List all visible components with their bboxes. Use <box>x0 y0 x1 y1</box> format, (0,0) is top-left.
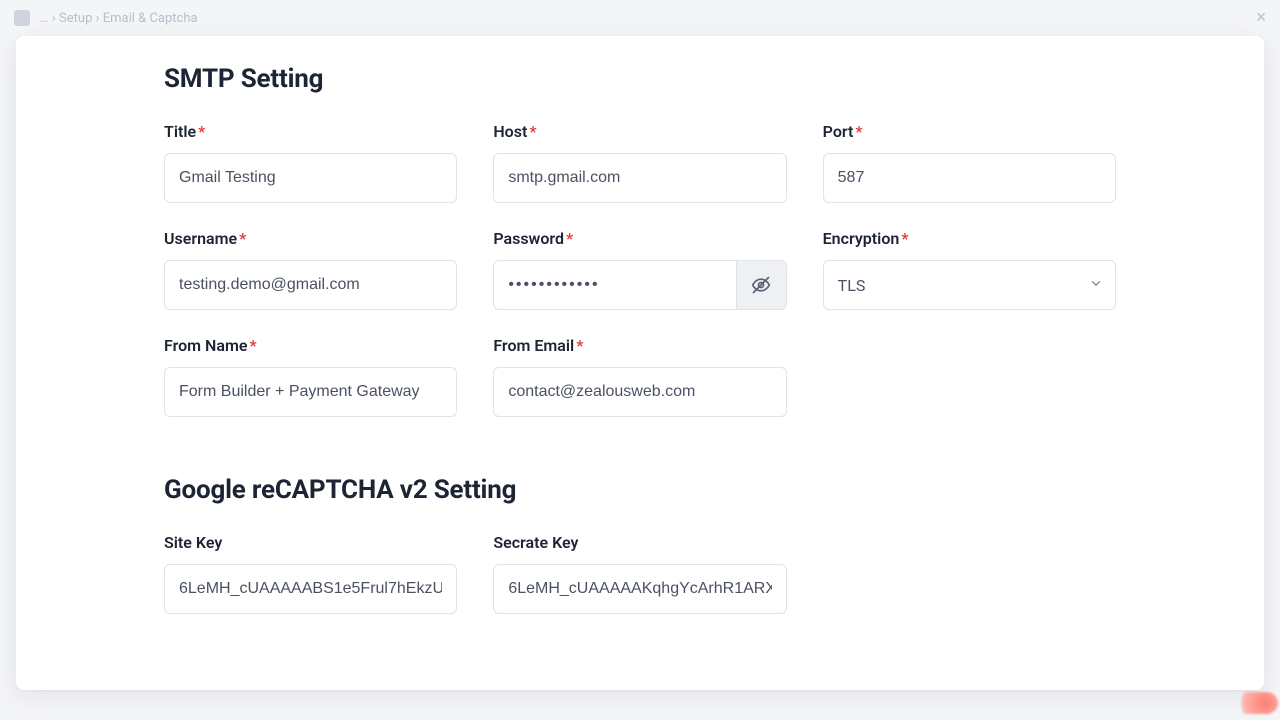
close-icon[interactable]: × <box>1256 9 1266 27</box>
label-from-name-text: From Name <box>164 336 247 355</box>
required-marker: * <box>198 122 205 141</box>
breadcrumb: … › Setup › Email & Captcha <box>40 11 198 26</box>
host-input[interactable] <box>493 153 786 203</box>
field-from-name: From Name* <box>164 336 457 417</box>
label-secret-key: Secrate Key <box>493 533 786 552</box>
field-host: Host* <box>493 122 786 203</box>
required-marker: * <box>239 229 246 248</box>
label-password: Password* <box>493 229 786 248</box>
field-password: Password* <box>493 229 786 310</box>
label-title: Title* <box>164 122 457 141</box>
port-input[interactable] <box>823 153 1116 203</box>
label-site-key: Site Key <box>164 533 457 552</box>
label-port-text: Port <box>823 122 854 141</box>
required-marker: * <box>566 229 573 248</box>
required-marker: * <box>901 229 908 248</box>
label-from-email-text: From Email <box>493 336 574 355</box>
required-marker: * <box>855 122 862 141</box>
label-username: Username* <box>164 229 457 248</box>
label-port: Port* <box>823 122 1116 141</box>
field-title: Title* <box>164 122 457 203</box>
toggle-password-visibility-button[interactable] <box>736 261 786 309</box>
label-encryption-text: Encryption <box>823 229 900 248</box>
required-marker: * <box>529 122 536 141</box>
smtp-section-title: SMTP Setting <box>164 64 1116 94</box>
field-encryption: Encryption* TLS <box>823 229 1116 310</box>
encryption-select-value: TLS <box>838 276 866 295</box>
label-title-text: Title <box>164 122 196 141</box>
username-input[interactable] <box>164 260 457 310</box>
recaptcha-section-title: Google reCAPTCHA v2 Setting <box>164 475 1116 505</box>
label-from-name: From Name* <box>164 336 457 355</box>
eye-off-icon <box>751 275 771 295</box>
encryption-select[interactable]: TLS <box>823 260 1116 310</box>
label-host: Host* <box>493 122 786 141</box>
required-marker: * <box>249 336 256 355</box>
label-password-text: Password <box>493 229 564 248</box>
app-logo-icon <box>14 10 30 26</box>
title-input[interactable] <box>164 153 457 203</box>
password-input[interactable] <box>494 261 735 309</box>
smtp-grid: Title* Host* Port* Username* Password* <box>164 122 1116 417</box>
site-key-input[interactable] <box>164 564 457 614</box>
settings-card: SMTP Setting Title* Host* Port* Username… <box>16 36 1264 690</box>
label-site-key-text: Site Key <box>164 533 222 552</box>
field-username: Username* <box>164 229 457 310</box>
from-email-input[interactable] <box>493 367 786 417</box>
label-from-email: From Email* <box>493 336 786 355</box>
field-port: Port* <box>823 122 1116 203</box>
label-username-text: Username <box>164 229 237 248</box>
field-secret-key: Secrate Key <box>493 533 786 614</box>
label-encryption: Encryption* <box>823 229 1116 248</box>
required-marker: * <box>576 336 583 355</box>
recaptcha-grid: Site Key Secrate Key <box>164 533 1116 614</box>
chevron-down-icon <box>1089 276 1103 295</box>
label-host-text: Host <box>493 122 527 141</box>
label-secret-key-text: Secrate Key <box>493 533 578 552</box>
field-from-email: From Email* <box>493 336 786 417</box>
from-name-input[interactable] <box>164 367 457 417</box>
field-site-key: Site Key <box>164 533 457 614</box>
secret-key-input[interactable] <box>493 564 786 614</box>
decorative-blob <box>1234 692 1278 714</box>
password-input-group <box>493 260 786 310</box>
topbar: … › Setup › Email & Captcha × <box>0 0 1280 36</box>
